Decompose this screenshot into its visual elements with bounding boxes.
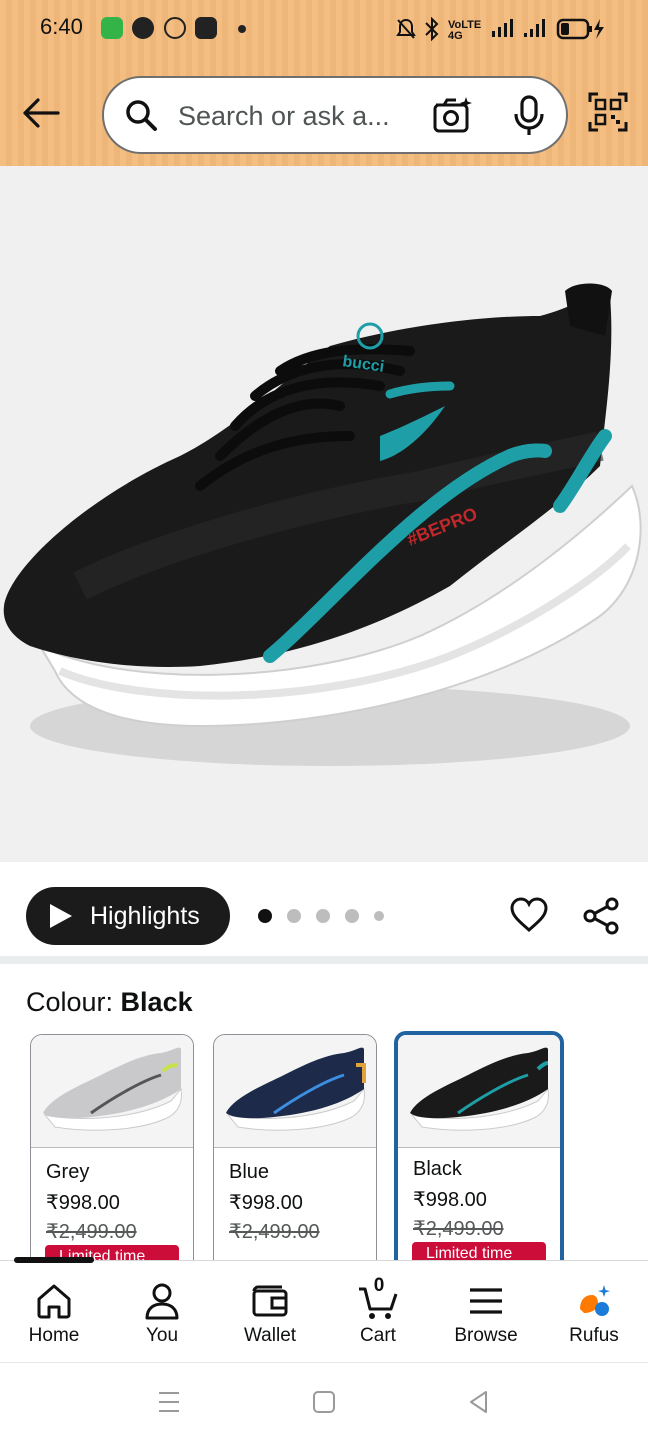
colour-option-blue[interactable]: Blue ₹998.00 ₹2,499.00 [213, 1034, 377, 1274]
nav-browse[interactable]: Browse [432, 1261, 540, 1363]
mute-icon [396, 18, 416, 39]
carousel-dot[interactable] [316, 909, 330, 923]
carousel-dot[interactable] [258, 909, 272, 923]
colour-option-black[interactable]: Black ₹998.00 ₹2,499.00 Limited time dea… [394, 1031, 564, 1277]
colour-mrp: ₹2,499.00 [229, 1221, 320, 1243]
bottom-navigation: Home You Wallet 0 Cart Browse Rufus [0, 1257, 648, 1363]
volte-indicator: VoLTE 4G [448, 19, 482, 42]
cart-count: 0 [373, 1275, 385, 1296]
colour-price: ₹998.00 [229, 1192, 303, 1214]
shoe-image: bucci #BEPRO [3, 283, 642, 766]
nav-you[interactable]: You [108, 1261, 216, 1363]
more-notifications-icon [238, 25, 246, 33]
carousel-dot[interactable] [287, 909, 301, 923]
colour-name: Grey [46, 1161, 90, 1183]
wishlist-heart-icon[interactable] [510, 897, 548, 933]
home-icon [37, 1284, 71, 1319]
image-carousel-dots[interactable] [258, 909, 399, 923]
carousel-dot[interactable] [374, 911, 384, 921]
colour-label: Colour: [26, 987, 121, 1017]
media-controls-row: Highlights [0, 862, 648, 956]
microphone-icon[interactable] [512, 95, 546, 137]
search-bar[interactable] [102, 76, 568, 154]
signal-icon [524, 19, 545, 37]
grey-shoe-thumbnail [43, 1047, 182, 1131]
nav-cart[interactable]: 0 Cart [324, 1261, 432, 1363]
colour-price: ₹998.00 [46, 1192, 120, 1214]
status-time: 6:40 [40, 14, 83, 39]
rufus-icon [580, 1285, 610, 1316]
product-image[interactable]: bucci #BEPRO [0, 166, 648, 862]
back-system-icon[interactable] [466, 1389, 492, 1415]
messages-icon [101, 17, 123, 39]
app-notification-icon [164, 17, 186, 39]
search-icon [126, 100, 157, 131]
back-button[interactable] [20, 92, 62, 134]
system-navigation-bar [0, 1362, 648, 1440]
recent-apps-icon[interactable] [156, 1389, 182, 1415]
highlights-button[interactable]: Highlights [26, 887, 230, 945]
camera-lens-icon[interactable] [432, 95, 474, 135]
swatch-thumbnail [214, 1035, 376, 1148]
menu-icon [470, 1288, 502, 1314]
selected-colour: Black [120, 987, 193, 1017]
colour-heading: Colour: Black [26, 987, 193, 1018]
carousel-dot[interactable] [345, 909, 359, 923]
colour-price: ₹998.00 [413, 1189, 487, 1211]
app-header: 6:40 VoLTE 4G [0, 0, 648, 166]
status-bar: 6:40 VoLTE 4G [0, 0, 648, 58]
play-icon [50, 904, 72, 928]
nav-label: You [145, 1325, 179, 1346]
share-icon[interactable] [582, 897, 620, 935]
swatch-thumbnail [398, 1035, 560, 1148]
play-notification-icon [195, 17, 217, 39]
battery-icon [556, 18, 604, 40]
signal-4g-icon [492, 19, 513, 37]
nav-label: Cart [360, 1325, 396, 1346]
colour-name: Blue [229, 1161, 270, 1183]
highlights-label: Highlights [90, 901, 200, 930]
nav-label: Browse [454, 1325, 518, 1346]
search-input[interactable] [178, 98, 418, 134]
colour-mrp: ₹2,499.00 [46, 1221, 137, 1243]
nav-label: Rufus [569, 1325, 619, 1346]
wallet-icon [252, 1285, 288, 1317]
facebook-icon [132, 17, 154, 39]
nav-wallet[interactable]: Wallet [216, 1261, 324, 1363]
black-shoe-thumbnail [410, 1047, 549, 1131]
colour-name: Black [413, 1158, 462, 1180]
blue-shoe-thumbnail [226, 1047, 366, 1131]
nav-label: Home [28, 1325, 80, 1346]
bluetooth-icon [425, 17, 439, 41]
nav-label: Wallet [243, 1325, 297, 1346]
colour-option-grey[interactable]: Grey ₹998.00 ₹2,499.00 Limited time deal [30, 1034, 194, 1274]
home-system-icon[interactable] [311, 1389, 337, 1415]
back-arrow-icon [23, 98, 60, 128]
swatch-thumbnail [31, 1035, 193, 1148]
qr-scanner-icon[interactable] [588, 92, 628, 132]
person-icon [145, 1283, 179, 1320]
section-divider [0, 956, 648, 964]
nav-rufus[interactable]: Rufus [540, 1261, 648, 1363]
nav-home[interactable]: Home [0, 1261, 108, 1363]
colour-mrp: ₹2,499.00 [413, 1218, 504, 1240]
